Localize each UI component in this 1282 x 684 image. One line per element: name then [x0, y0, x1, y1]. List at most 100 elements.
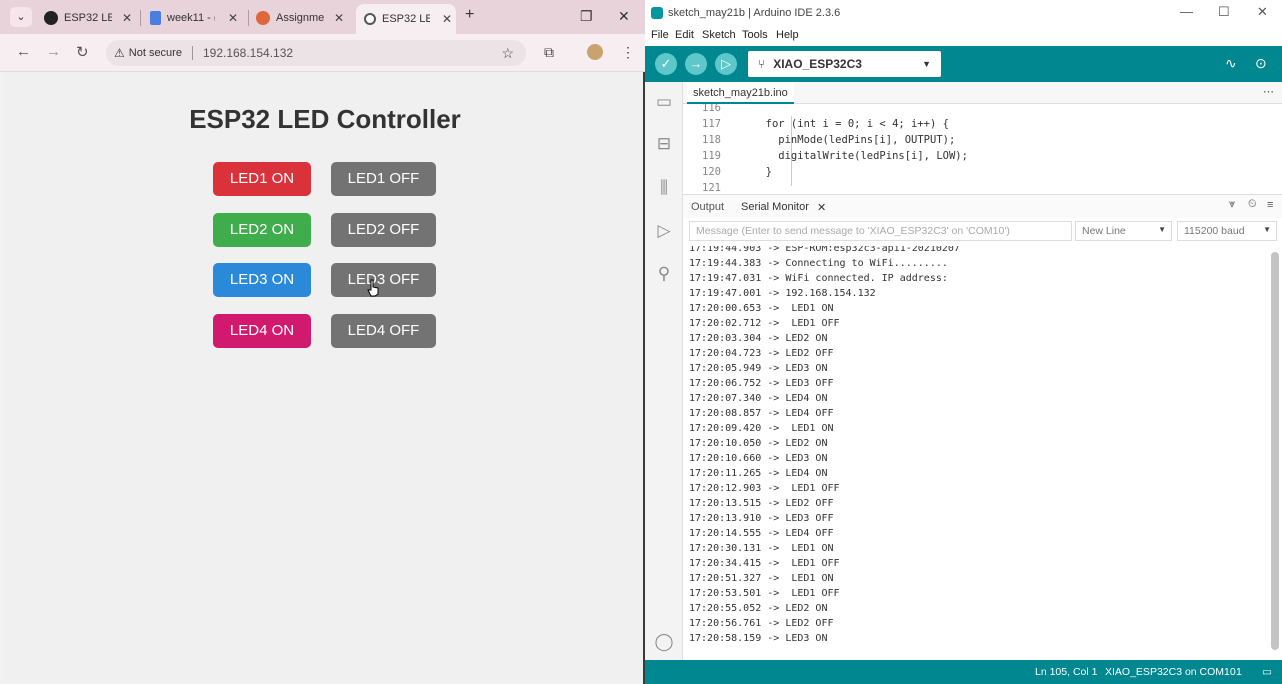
library-icon[interactable]: ⫼	[654, 178, 674, 198]
editor-tabs: sketch_may21b.ino ⋯	[683, 82, 1282, 104]
chevron-down-icon: ▼	[1263, 225, 1271, 234]
notification-count[interactable]: 1	[1236, 666, 1242, 678]
close-icon[interactable]: ✕	[122, 11, 132, 25]
serial-line: 17:19:47.031 -> WiFi connected. IP addre…	[689, 273, 948, 284]
back-arrow-icon[interactable]: ←	[16, 43, 31, 60]
minimize-button[interactable]: —	[1180, 4, 1193, 19]
address-bar[interactable]: ⚠ Not secure 192.168.154.132 ☆	[106, 40, 526, 66]
close-icon[interactable]: ✕	[334, 11, 344, 25]
board-selector[interactable]: ⑂ XIAO_ESP32C3 ▼	[748, 51, 941, 77]
led3-off-button[interactable]: LED3 OFF	[331, 263, 436, 297]
serial-line: 17:20:05.949 -> LED3 ON	[689, 363, 828, 374]
code-line[interactable]: pinMode(ledPins[i], OUTPUT);	[753, 134, 955, 146]
reload-icon[interactable]: ↻	[76, 43, 89, 61]
tab-serial-monitor[interactable]: Serial Monitor	[741, 201, 809, 213]
serial-line: 17:20:51.327 -> LED1 ON	[689, 573, 834, 584]
clear-output-icon[interactable]: ≡	[1267, 199, 1273, 211]
security-label[interactable]: Not secure	[129, 47, 182, 59]
folder-icon[interactable]: ▭	[654, 92, 674, 112]
line-ending-select[interactable]: New Line ▼	[1075, 221, 1172, 241]
led1-off-button[interactable]: LED1 OFF	[331, 162, 436, 196]
browser-toolbar: ← → ↻ ⚠ Not secure 192.168.154.132 ☆ ⧉ ⋮	[0, 34, 645, 72]
serial-line: 17:20:58.159 -> LED3 ON	[689, 633, 828, 644]
serial-output[interactable]: 17:19:44.903 -> ESP-ROM:esp32c3-api1-202…	[683, 246, 1282, 660]
browser-tab[interactable]: ESP32 LED ✕	[44, 6, 136, 30]
board-port-status[interactable]: XIAO_ESP32C3 on COM10	[1105, 666, 1236, 678]
serial-monitor-icon[interactable]: ⊙	[1255, 55, 1267, 72]
line-number: 120	[702, 166, 721, 178]
bookmark-star-icon[interactable]: ☆	[501, 45, 514, 62]
debug-icon[interactable]: ▷	[715, 53, 737, 75]
browser-tab-active[interactable]: ESP32 LED ✕	[356, 4, 456, 34]
serial-message-input[interactable]: Message (Enter to send message to 'XIAO_…	[689, 221, 1072, 241]
tab-separator	[248, 10, 249, 26]
code-line[interactable]: for (int i = 0; i < 4; i++) {	[753, 118, 949, 130]
upload-arrow-icon[interactable]: →	[685, 53, 707, 75]
search-icon[interactable]: ⚲	[654, 264, 674, 284]
new-tab-button[interactable]: +	[465, 6, 474, 24]
arduino-logo-icon	[651, 7, 663, 19]
scrollbar[interactable]	[1271, 252, 1279, 650]
baud-rate-select[interactable]: 115200 baud ▼	[1177, 221, 1277, 241]
led3-on-button[interactable]: LED3 ON	[213, 263, 311, 297]
browser-window: ⌄ ESP32 LED ✕ week11 - ( ✕ Assignmen ✕ E…	[0, 0, 645, 684]
serial-line: 17:20:10.050 -> LED2 ON	[689, 438, 828, 449]
tab-search-button[interactable]: ⌄	[10, 7, 32, 27]
led2-off-button[interactable]: LED2 OFF	[331, 213, 436, 247]
menu-help[interactable]: Help	[776, 29, 799, 41]
verify-check-icon[interactable]: ✓	[655, 53, 677, 75]
file-tab[interactable]: sketch_may21b.ino	[687, 82, 794, 104]
url-text[interactable]: 192.168.154.132	[203, 46, 293, 60]
timestamp-toggle-icon[interactable]: ⏲	[1248, 198, 1257, 211]
web-page: ESP32 LED Controller LED1 ON LED1 OFF LE…	[5, 72, 643, 680]
page-title: ESP32 LED Controller	[189, 104, 461, 134]
line-number: 118	[702, 134, 721, 146]
menu-file[interactable]: File	[651, 29, 669, 41]
led4-off-button[interactable]: LED4 OFF	[331, 314, 436, 348]
menu-tools[interactable]: Tools	[742, 29, 768, 41]
menu-edit[interactable]: Edit	[675, 29, 694, 41]
serial-line: 17:20:30.131 -> LED1 ON	[689, 543, 834, 554]
line-number: 117	[702, 118, 721, 130]
collapse-panel-icon[interactable]: ⩔	[1229, 198, 1235, 211]
maximize-button[interactable]: ☐	[1218, 4, 1230, 20]
code-editor[interactable]: 116 117 for (int i = 0; i < 4; i++) { 11…	[683, 104, 1282, 192]
panel-toggle-icon[interactable]: ▭	[1262, 666, 1272, 678]
ide-title-bar: sketch_may21b | Arduino IDE 2.3.6 — ☐ ✕	[645, 0, 1282, 26]
warning-icon[interactable]: ⚠	[114, 46, 125, 60]
tab-strip: ⌄ ESP32 LED ✕ week11 - ( ✕ Assignmen ✕ E…	[0, 0, 645, 34]
profile-avatar[interactable]	[587, 44, 603, 60]
browser-tab[interactable]: week11 - ( ✕	[150, 6, 242, 30]
tab-output[interactable]: Output	[691, 201, 724, 213]
tab-label: week11 - (	[167, 12, 215, 24]
output-panel-tabs: Output Serial Monitor ✕ ⩔ ⏲ ≡	[683, 194, 1282, 218]
restore-window-button[interactable]: ❐	[580, 8, 593, 25]
code-line[interactable]: digitalWrite(ledPins[i], LOW);	[753, 150, 968, 162]
serial-line: 17:20:13.910 -> LED3 OFF	[689, 513, 834, 524]
cursor-position[interactable]: Ln 105, Col 1	[1035, 666, 1097, 678]
led4-on-button[interactable]: LED4 ON	[213, 314, 311, 348]
chevron-down-icon: ▼	[1158, 225, 1166, 234]
code-line[interactable]: }	[753, 166, 772, 178]
more-icon[interactable]: ⋯	[1263, 85, 1274, 98]
serial-line: 17:20:53.501 -> LED1 OFF	[689, 588, 840, 599]
menu-sketch[interactable]: Sketch	[702, 29, 736, 41]
browser-tab[interactable]: Assignmen ✕	[256, 6, 348, 30]
tab-label: Assignmen	[276, 12, 324, 24]
close-window-button[interactable]: ✕	[1257, 4, 1268, 20]
more-menu-icon[interactable]: ⋮	[621, 44, 635, 61]
close-icon[interactable]: ✕	[442, 12, 452, 26]
debug-icon[interactable]: ▷	[654, 221, 674, 241]
led1-on-button[interactable]: LED1 ON	[213, 162, 311, 196]
close-icon[interactable]: ✕	[228, 11, 238, 25]
forward-arrow-icon[interactable]: →	[46, 43, 61, 60]
boards-manager-icon[interactable]: ⊟	[654, 134, 674, 154]
extensions-icon[interactable]: ⧉	[544, 44, 554, 61]
led2-on-button[interactable]: LED2 ON	[213, 213, 311, 247]
chevron-down-icon: ▼	[922, 59, 931, 69]
close-icon[interactable]: ✕	[817, 201, 826, 214]
account-icon[interactable]: ◯	[654, 632, 674, 652]
serial-plotter-icon[interactable]: ∿	[1225, 55, 1237, 72]
close-window-button[interactable]: ✕	[618, 8, 630, 25]
status-bar: Ln 105, Col 1 XIAO_ESP32C3 on COM10 1 ▭	[645, 660, 1282, 684]
